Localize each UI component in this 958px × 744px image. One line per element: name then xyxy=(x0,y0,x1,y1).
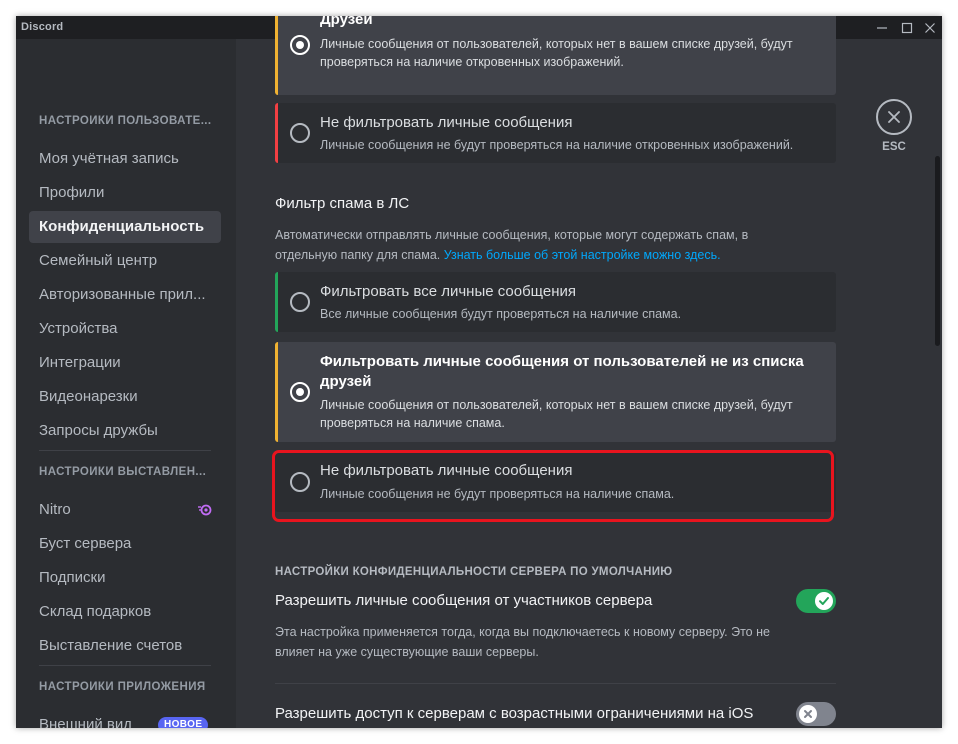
spam-filter-option-all[interactable]: Фильтровать все личные сообщения Все лич… xyxy=(275,272,836,332)
option-title: Не фильтровать личные сообщения xyxy=(320,114,573,131)
server-privacy-header: НАСТРОЙКИ КОНФИДЕНЦИАЛЬНОСТИ СЕРВЕРА ПО … xyxy=(275,566,673,578)
close-icon xyxy=(925,23,935,33)
sidebar-item-profiles[interactable]: Профили xyxy=(29,177,221,209)
sidebar-divider xyxy=(39,665,211,666)
radio-button[interactable] xyxy=(290,123,310,143)
scrollbar-thumb[interactable] xyxy=(935,156,940,346)
sidebar-item-appearance[interactable]: Внешний вид НОВОЕ xyxy=(29,709,221,728)
option-accent-bar xyxy=(275,272,278,332)
sidebar-item-subscriptions[interactable]: Подписки xyxy=(29,562,221,594)
sidebar-header-user-settings: НАСТРОЙКИ ПОЛЬЗОВАТЕ... xyxy=(39,115,212,127)
sidebar-item-privacy[interactable]: Конфиденциальность xyxy=(29,211,221,243)
sidebar-item-gift-inventory[interactable]: Склад подарков xyxy=(29,596,221,628)
minimize-icon xyxy=(877,27,887,29)
media-filter-option-friends[interactable]: Друзей Личные сообщения от пользователей… xyxy=(275,16,836,95)
sidebar-item-billing[interactable]: Выставление счетов xyxy=(29,630,221,662)
radio-dot xyxy=(296,41,304,49)
spam-filter-description: Автоматически отправлять личные сообщени… xyxy=(275,228,749,262)
sidebar-item-clips[interactable]: Видеонарезки xyxy=(29,381,221,413)
discord-window: Discord НАСТРОЙКИ ПОЛЬЗОВАТЕ... Моя учёт… xyxy=(16,16,942,728)
option-title: Друзей xyxy=(320,16,373,28)
sidebar-item-my-account[interactable]: Моя учётная запись xyxy=(29,143,221,175)
setting-title: Разрешить личные сообщения от участников… xyxy=(275,592,653,609)
radio-button[interactable] xyxy=(290,382,310,402)
maximize-icon xyxy=(901,22,913,34)
option-accent-bar xyxy=(275,342,278,442)
setting-description: Эта настройка применяется тогда, когда в… xyxy=(275,625,770,659)
close-settings-button[interactable] xyxy=(876,99,912,135)
server-dm-toggle[interactable] xyxy=(796,589,836,613)
option-accent-bar xyxy=(275,103,278,163)
nitro-icon xyxy=(198,504,212,516)
media-filter-option-none[interactable]: Не фильтровать личные сообщения Личные с… xyxy=(275,103,836,163)
option-description: Личные сообщения не будут проверяться на… xyxy=(320,138,794,152)
option-title: Фильтровать все личные сообщения xyxy=(320,283,576,300)
sidebar-item-integrations[interactable]: Интеграции xyxy=(29,347,221,379)
sidebar-header-app-settings: НАСТРОЙКИ ПРИЛОЖЕНИЯ xyxy=(39,681,206,693)
radio-dot xyxy=(296,388,304,396)
check-icon xyxy=(819,597,829,605)
radio-button[interactable] xyxy=(290,292,310,312)
sidebar-divider xyxy=(39,450,211,451)
sidebar-item-server-boost[interactable]: Буст сервера xyxy=(29,528,221,560)
option-description: Все личные сообщения будут проверяться н… xyxy=(320,307,682,321)
esc-label: ESC xyxy=(882,141,906,153)
sidebar-header-billing-settings: НАСТРОЙКИ ВЫСТАВЛЕН... xyxy=(39,466,207,478)
option-description: Личные сообщения от пользователей, котор… xyxy=(320,398,793,430)
settings-sidebar: НАСТРОЙКИ ПОЛЬЗОВАТЕ... Моя учётная запи… xyxy=(16,39,236,728)
section-divider xyxy=(275,683,836,684)
learn-more-link[interactable]: Узнать больше об этой настройке можно зд… xyxy=(444,248,721,262)
sidebar-item-devices[interactable]: Устройства xyxy=(29,313,221,345)
app-title: Discord xyxy=(21,21,64,33)
close-icon xyxy=(888,111,900,123)
spam-filter-title: Фильтр спама в ЛС xyxy=(275,195,410,212)
option-accent-bar xyxy=(275,16,278,95)
new-badge: НОВОЕ xyxy=(158,717,209,728)
minimize-button[interactable] xyxy=(870,16,894,39)
radio-button[interactable] xyxy=(290,35,310,55)
maximize-button[interactable] xyxy=(895,16,919,39)
sidebar-item-friend-requests[interactable]: Запросы дружбы xyxy=(29,415,221,447)
highlight-frame xyxy=(272,450,834,522)
close-window-button[interactable] xyxy=(918,16,942,39)
spam-filter-option-non-friends[interactable]: Фильтровать личные сообщения от пользова… xyxy=(275,342,836,442)
x-icon xyxy=(804,710,812,718)
age-restricted-ios-toggle[interactable] xyxy=(796,702,836,726)
sidebar-item-family-center[interactable]: Семейный центр xyxy=(29,245,221,277)
sidebar-item-nitro[interactable]: Nitro xyxy=(29,494,221,526)
setting-title: Разрешить доступ к серверам с возрастным… xyxy=(275,705,754,722)
sidebar-item-authorized-apps[interactable]: Авторизованные прил... xyxy=(29,279,221,311)
option-title: Фильтровать личные сообщения от пользова… xyxy=(320,353,804,390)
option-description: Личные сообщения от пользователей, котор… xyxy=(320,37,793,69)
